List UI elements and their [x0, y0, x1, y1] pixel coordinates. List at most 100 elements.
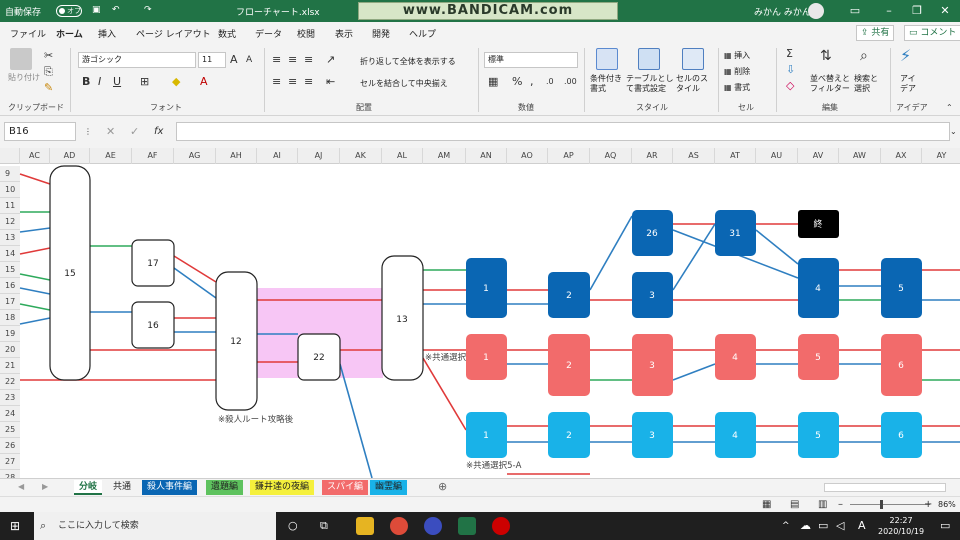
select-all-corner[interactable]	[0, 148, 20, 164]
cloud-icon[interactable]: ☁	[800, 520, 811, 532]
tab-insert[interactable]: 挿入	[98, 27, 116, 40]
cell-styles-button[interactable]: セルのスタイル	[676, 74, 710, 94]
orientation-icon[interactable]: ↗	[326, 54, 335, 66]
column-header[interactable]: AD	[50, 148, 90, 164]
tab-page-layout[interactable]: ページ レイアウト	[136, 27, 211, 40]
ideas-icon[interactable]: ⚡	[900, 48, 911, 64]
add-sheet-icon[interactable]: ⊕	[438, 481, 447, 493]
sheet-tab-legacy[interactable]: 遺題編	[206, 480, 244, 495]
sort-filter-icon[interactable]: ⇅	[820, 49, 832, 63]
sheet-tab-branch[interactable]: 分岐	[74, 480, 103, 495]
column-header[interactable]: AQ	[590, 148, 632, 164]
column-header[interactable]: AS	[673, 148, 715, 164]
clear-icon[interactable]: ◇	[786, 80, 794, 92]
page-break-view-icon[interactable]: ▥	[818, 499, 827, 511]
zoom-slider[interactable]	[850, 504, 930, 505]
indent-icon[interactable]: ⇤	[326, 76, 335, 88]
tab-file[interactable]: ファイル	[10, 27, 46, 40]
prev-sheet-icon[interactable]: ◀	[18, 481, 24, 493]
file-explorer-icon[interactable]	[356, 517, 374, 535]
align-center-icon[interactable]: ≡	[288, 76, 297, 88]
redo-icon[interactable]: ↷	[144, 5, 152, 15]
cell-styles-icon[interactable]	[682, 48, 704, 70]
format-as-table-icon[interactable]	[638, 48, 660, 70]
wrap-text-button[interactable]: 折り返して全体を表示する	[360, 56, 456, 67]
zoom-level[interactable]: 86%	[938, 500, 956, 509]
sheet-tab-ghost[interactable]: 幽霊編	[370, 480, 408, 495]
column-header[interactable]: AR	[632, 148, 673, 164]
conditional-format-button[interactable]: 条件付き書式	[590, 74, 628, 94]
delete-cells-button[interactable]: ▦ 削除	[724, 66, 750, 77]
column-header[interactable]: AV	[798, 148, 839, 164]
sheet-tab-spy[interactable]: スパイ編	[322, 480, 369, 495]
column-header[interactable]: AU	[756, 148, 798, 164]
border-icon[interactable]: ⊞	[140, 76, 149, 88]
formula-input[interactable]	[176, 122, 950, 141]
zoom-out-icon[interactable]: –	[838, 499, 843, 511]
column-header[interactable]: AG	[174, 148, 216, 164]
align-right-icon[interactable]: ≡	[304, 76, 313, 88]
column-header[interactable]: AM	[423, 148, 466, 164]
copy-icon[interactable]: ⎘	[44, 66, 53, 78]
format-as-table-button[interactable]: テーブルとして書式設定	[626, 74, 676, 94]
percent-icon[interactable]: %	[512, 76, 522, 88]
underline-button[interactable]: U	[113, 76, 121, 88]
windows-start-icon[interactable]: ⊞	[10, 520, 20, 532]
align-top-icon[interactable]: ≡	[272, 54, 281, 66]
column-header[interactable]: AX	[881, 148, 922, 164]
save-icon[interactable]: ▣	[92, 5, 101, 15]
next-sheet-icon[interactable]: ▶	[42, 481, 48, 493]
confirm-entry-icon[interactable]: ✓	[130, 126, 139, 138]
worksheet[interactable]: AC AD AE AF AG AH AI AJ AK AL AM AN AO AP AQ AR AS AT AU AV…	[0, 148, 960, 478]
column-header[interactable]: AK	[340, 148, 382, 164]
merge-center-button[interactable]: セルを結合して中央揃え	[360, 78, 448, 89]
format-cells-button[interactable]: ▦ 書式	[724, 82, 750, 93]
font-size-select[interactable]: 11	[198, 52, 226, 68]
share-button[interactable]: ⇪ 共有	[856, 25, 895, 41]
app-icon[interactable]	[424, 517, 442, 535]
font-name-select[interactable]: 游ゴシック	[78, 52, 196, 68]
decrease-decimal-icon[interactable]: .00	[564, 76, 577, 88]
tab-home[interactable]: ホーム	[56, 27, 83, 40]
comment-button[interactable]: ▭ コメント	[904, 25, 960, 41]
normal-view-icon[interactable]: ▦	[762, 499, 771, 511]
namebox-menu-icon[interactable]: ⋮	[84, 126, 92, 138]
zoom-in-icon[interactable]: +	[924, 499, 932, 511]
paste-icon[interactable]	[10, 48, 32, 70]
sheet-tab-murder[interactable]: 殺人事件編	[142, 480, 198, 495]
zoom-slider-thumb[interactable]	[880, 500, 883, 509]
notification-icon[interactable]: ▭	[940, 520, 950, 532]
insert-function-icon[interactable]: fx	[154, 126, 163, 138]
align-bottom-icon[interactable]: ≡	[304, 54, 313, 66]
column-header[interactable]: AF	[132, 148, 174, 164]
cut-icon[interactable]: ✂	[44, 50, 53, 62]
collapse-ribbon-icon[interactable]: ⌃	[946, 102, 953, 114]
column-header[interactable]: AH	[216, 148, 257, 164]
align-left-icon[interactable]: ≡	[272, 76, 281, 88]
task-view-icon[interactable]: ⧉	[320, 520, 328, 532]
column-header[interactable]: AC	[20, 148, 50, 164]
align-middle-icon[interactable]: ≡	[288, 54, 297, 66]
column-header[interactable]: AI	[257, 148, 298, 164]
undo-icon[interactable]: ↶	[112, 5, 120, 15]
volume-icon[interactable]: ◁	[836, 520, 844, 532]
bandicam-icon[interactable]	[492, 517, 510, 535]
expand-formula-icon[interactable]: ⌄	[950, 126, 957, 138]
clock[interactable]: 22:27 2020/10/19	[878, 515, 924, 537]
page-layout-view-icon[interactable]: ▤	[790, 499, 799, 511]
autosave-toggle[interactable]: オフ	[56, 5, 82, 17]
bold-button[interactable]: B	[82, 76, 90, 88]
tray-chevron-icon[interactable]: ^	[782, 520, 790, 532]
column-header[interactable]: AT	[715, 148, 756, 164]
network-icon[interactable]: ▭	[818, 520, 828, 532]
column-header[interactable]: AO	[507, 148, 548, 164]
increase-decimal-icon[interactable]: .0	[546, 76, 554, 88]
column-header[interactable]: AL	[382, 148, 423, 164]
excel-icon[interactable]	[458, 517, 476, 535]
cortana-icon[interactable]: ○	[288, 520, 298, 532]
italic-button[interactable]: I	[98, 76, 101, 88]
currency-icon[interactable]: ▦	[488, 76, 498, 88]
find-select-button[interactable]: 検索と選択	[854, 74, 884, 94]
avatar[interactable]	[808, 3, 824, 19]
font-color-icon[interactable]: A	[200, 76, 208, 88]
